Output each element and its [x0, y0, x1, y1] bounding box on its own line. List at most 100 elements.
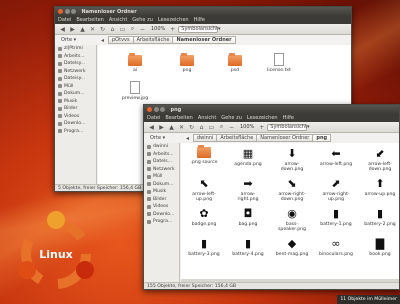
menu-lesezeichen[interactable]: Lesezeichen — [247, 115, 278, 121]
back-arrow-icon[interactable]: ◀ — [58, 26, 67, 33]
menu-datei[interactable]: Datei — [58, 17, 71, 23]
path-left-icon[interactable]: ◂ — [98, 37, 107, 44]
breadcrumb-desktop[interactable]: Arbeitsfläche — [132, 36, 174, 44]
sidebar-item[interactable]: Dokum... — [144, 181, 179, 189]
sidebar-item[interactable]: Musik — [55, 98, 96, 106]
sidebar-item[interactable]: Arbeits... — [144, 151, 179, 159]
file-manager-window-front[interactable]: png Datei Bearbeiten Ansicht Gehe zu Les… — [143, 104, 400, 290]
file-item[interactable]: ∞ binoculars.png — [319, 237, 353, 257]
maximize-button[interactable] — [71, 9, 76, 14]
search-icon[interactable]: ⌕ — [217, 123, 226, 131]
search-icon[interactable]: ⌕ — [128, 25, 137, 33]
places-header[interactable]: Orte ▾ — [58, 37, 98, 43]
menu-lesezeichen[interactable]: Lesezeichen — [158, 17, 189, 23]
file-item[interactable]: ◘ bag.png — [231, 207, 265, 227]
view-selector[interactable]: Symbolansicht ▾ — [178, 25, 221, 33]
sidebar-item[interactable]: Videos — [144, 203, 179, 211]
menu-ansicht[interactable]: Ansicht — [198, 115, 216, 121]
file-item[interactable]: ⬊ arrow-right-down.png — [275, 177, 309, 202]
breadcrumb-folder[interactable]: Namenloser Ordner — [256, 134, 314, 142]
up-arrow-icon[interactable]: ▲ — [78, 26, 87, 33]
menu-gehe-zu[interactable]: Gehe zu — [132, 17, 153, 23]
minimize-button[interactable] — [64, 9, 70, 14]
forward-arrow-icon[interactable]: ▶ — [68, 26, 77, 33]
sidebar-item[interactable]: Bilder — [144, 196, 179, 204]
file-item[interactable]: ▮ battery-2.png — [363, 207, 397, 227]
file-item[interactable]: ▇ book.png — [363, 237, 397, 257]
sidebar-item[interactable]: Dokum... — [55, 90, 96, 98]
menu-gehe-zu[interactable]: Gehe zu — [221, 115, 242, 121]
breadcrumb-home[interactable]: pOtvvs — [108, 36, 134, 44]
stop-icon[interactable]: ✕ — [88, 26, 97, 33]
file-item[interactable]: ▮ battery-3.png — [187, 237, 221, 257]
breadcrumb-current[interactable]: Namenloser Ordner — [172, 36, 236, 44]
file-item[interactable]: ➡ arrow-right.png — [231, 177, 265, 202]
reload-icon[interactable]: ↻ — [98, 26, 107, 33]
places-header[interactable]: Orte ▾ — [147, 135, 183, 141]
file-item[interactable]: ◆ bent-mag.png — [275, 237, 309, 257]
file-item[interactable]: psd — [218, 53, 252, 73]
file-item[interactable]: ai — [118, 53, 152, 73]
file-item[interactable]: ⬇ arrow-down.png — [275, 147, 309, 172]
sidebar-item[interactable]: Bilder — [55, 105, 96, 113]
up-arrow-icon[interactable]: ▲ — [167, 124, 176, 131]
maximize-button[interactable] — [160, 107, 165, 112]
home-icon[interactable]: ⌂ — [108, 26, 117, 33]
menu-bearbeiten[interactable]: Bearbeiten — [76, 17, 103, 23]
menu-bearbeiten[interactable]: Bearbeiten — [165, 115, 192, 121]
breadcrumb-desktop[interactable]: Arbeitsfläche — [216, 134, 258, 142]
file-item[interactable]: ⬆ arrow-up.png — [363, 177, 397, 197]
file-item[interactable]: ✿ badge.png — [187, 207, 221, 227]
menu-datei[interactable]: Datei — [147, 115, 160, 121]
file-item[interactable]: ⬋ arrow-left-down.png — [363, 147, 397, 172]
file-item[interactable]: .png source — [187, 145, 221, 165]
zoom-in-icon[interactable]: + — [257, 124, 266, 131]
sidebar-item[interactable]: Videos — [55, 113, 96, 121]
file-item[interactable]: png — [170, 53, 204, 73]
sidebar-item[interactable]: dwinni — [144, 143, 179, 151]
sidebar-item[interactable]: Progra... — [144, 218, 179, 226]
file-item[interactable]: ▮ battery-4.png — [231, 237, 265, 257]
forward-arrow-icon[interactable]: ▶ — [157, 124, 166, 131]
computer-icon[interactable]: ▭ — [118, 26, 127, 33]
sidebar-item[interactable]: Arbeits... — [55, 53, 96, 61]
stop-icon[interactable]: ✕ — [177, 124, 186, 131]
file-item[interactable]: ▮ battery-1.png — [319, 207, 353, 227]
menu-hilfe[interactable]: Hilfe — [194, 17, 205, 23]
file-item[interactable]: ◉ bass-speaker.png — [275, 207, 309, 232]
close-button[interactable] — [147, 107, 152, 112]
close-button[interactable] — [58, 9, 63, 14]
sidebar-item[interactable]: Musik — [144, 188, 179, 196]
file-item[interactable]: ⬅ arrow-left.png — [319, 147, 353, 167]
file-item[interactable]: preview.jpg — [118, 81, 152, 101]
sidebar-item[interactable]: Downlo... — [144, 211, 179, 219]
sidebar-item[interactable]: zl|Ptrimi — [55, 45, 96, 53]
reload-icon[interactable]: ↻ — [187, 124, 196, 131]
home-icon[interactable]: ⌂ — [197, 124, 206, 131]
zoom-out-icon[interactable]: − — [227, 124, 236, 131]
sidebar-item[interactable]: Datelsy... — [55, 60, 96, 68]
file-item[interactable]: ⬈ arrow-right-up.png — [319, 177, 353, 202]
sidebar-item[interactable]: Datels... — [144, 158, 179, 166]
file-view[interactable]: .png source ▦ agenda.png ⬇ arrow-down.png ⬅ ar… — [181, 143, 399, 281]
titlebar[interactable]: png — [144, 105, 399, 114]
minimize-button[interactable] — [153, 107, 159, 112]
file-item[interactable]: ▦ agenda.png — [231, 147, 265, 167]
sidebar-item[interactable]: Netzwerk — [55, 68, 96, 76]
sidebar-item[interactable]: Netzwerk — [144, 166, 179, 174]
sidebar-item[interactable]: Downlo... — [55, 120, 96, 128]
sidebar-item[interactable]: Müll — [144, 173, 179, 181]
view-selector[interactable]: Symbolansicht ▾ — [267, 123, 310, 131]
back-arrow-icon[interactable]: ◀ — [147, 124, 156, 131]
file-item[interactable]: license.txt — [262, 53, 296, 73]
path-left-icon[interactable]: ◂ — [183, 135, 192, 142]
zoom-out-icon[interactable]: − — [138, 26, 147, 33]
sidebar-item[interactable]: Dateisy... — [55, 75, 96, 83]
sidebar-item[interactable]: Müll — [55, 83, 96, 91]
breadcrumb-current[interactable]: png — [312, 134, 332, 142]
sidebar-item[interactable]: Progra... — [55, 128, 96, 136]
computer-icon[interactable]: ▭ — [207, 124, 216, 131]
file-item[interactable]: ⬉ arrow-left-up.png — [187, 177, 221, 202]
menu-hilfe[interactable]: Hilfe — [283, 115, 294, 121]
breadcrumb-home[interactable]: dwinni — [193, 134, 218, 142]
